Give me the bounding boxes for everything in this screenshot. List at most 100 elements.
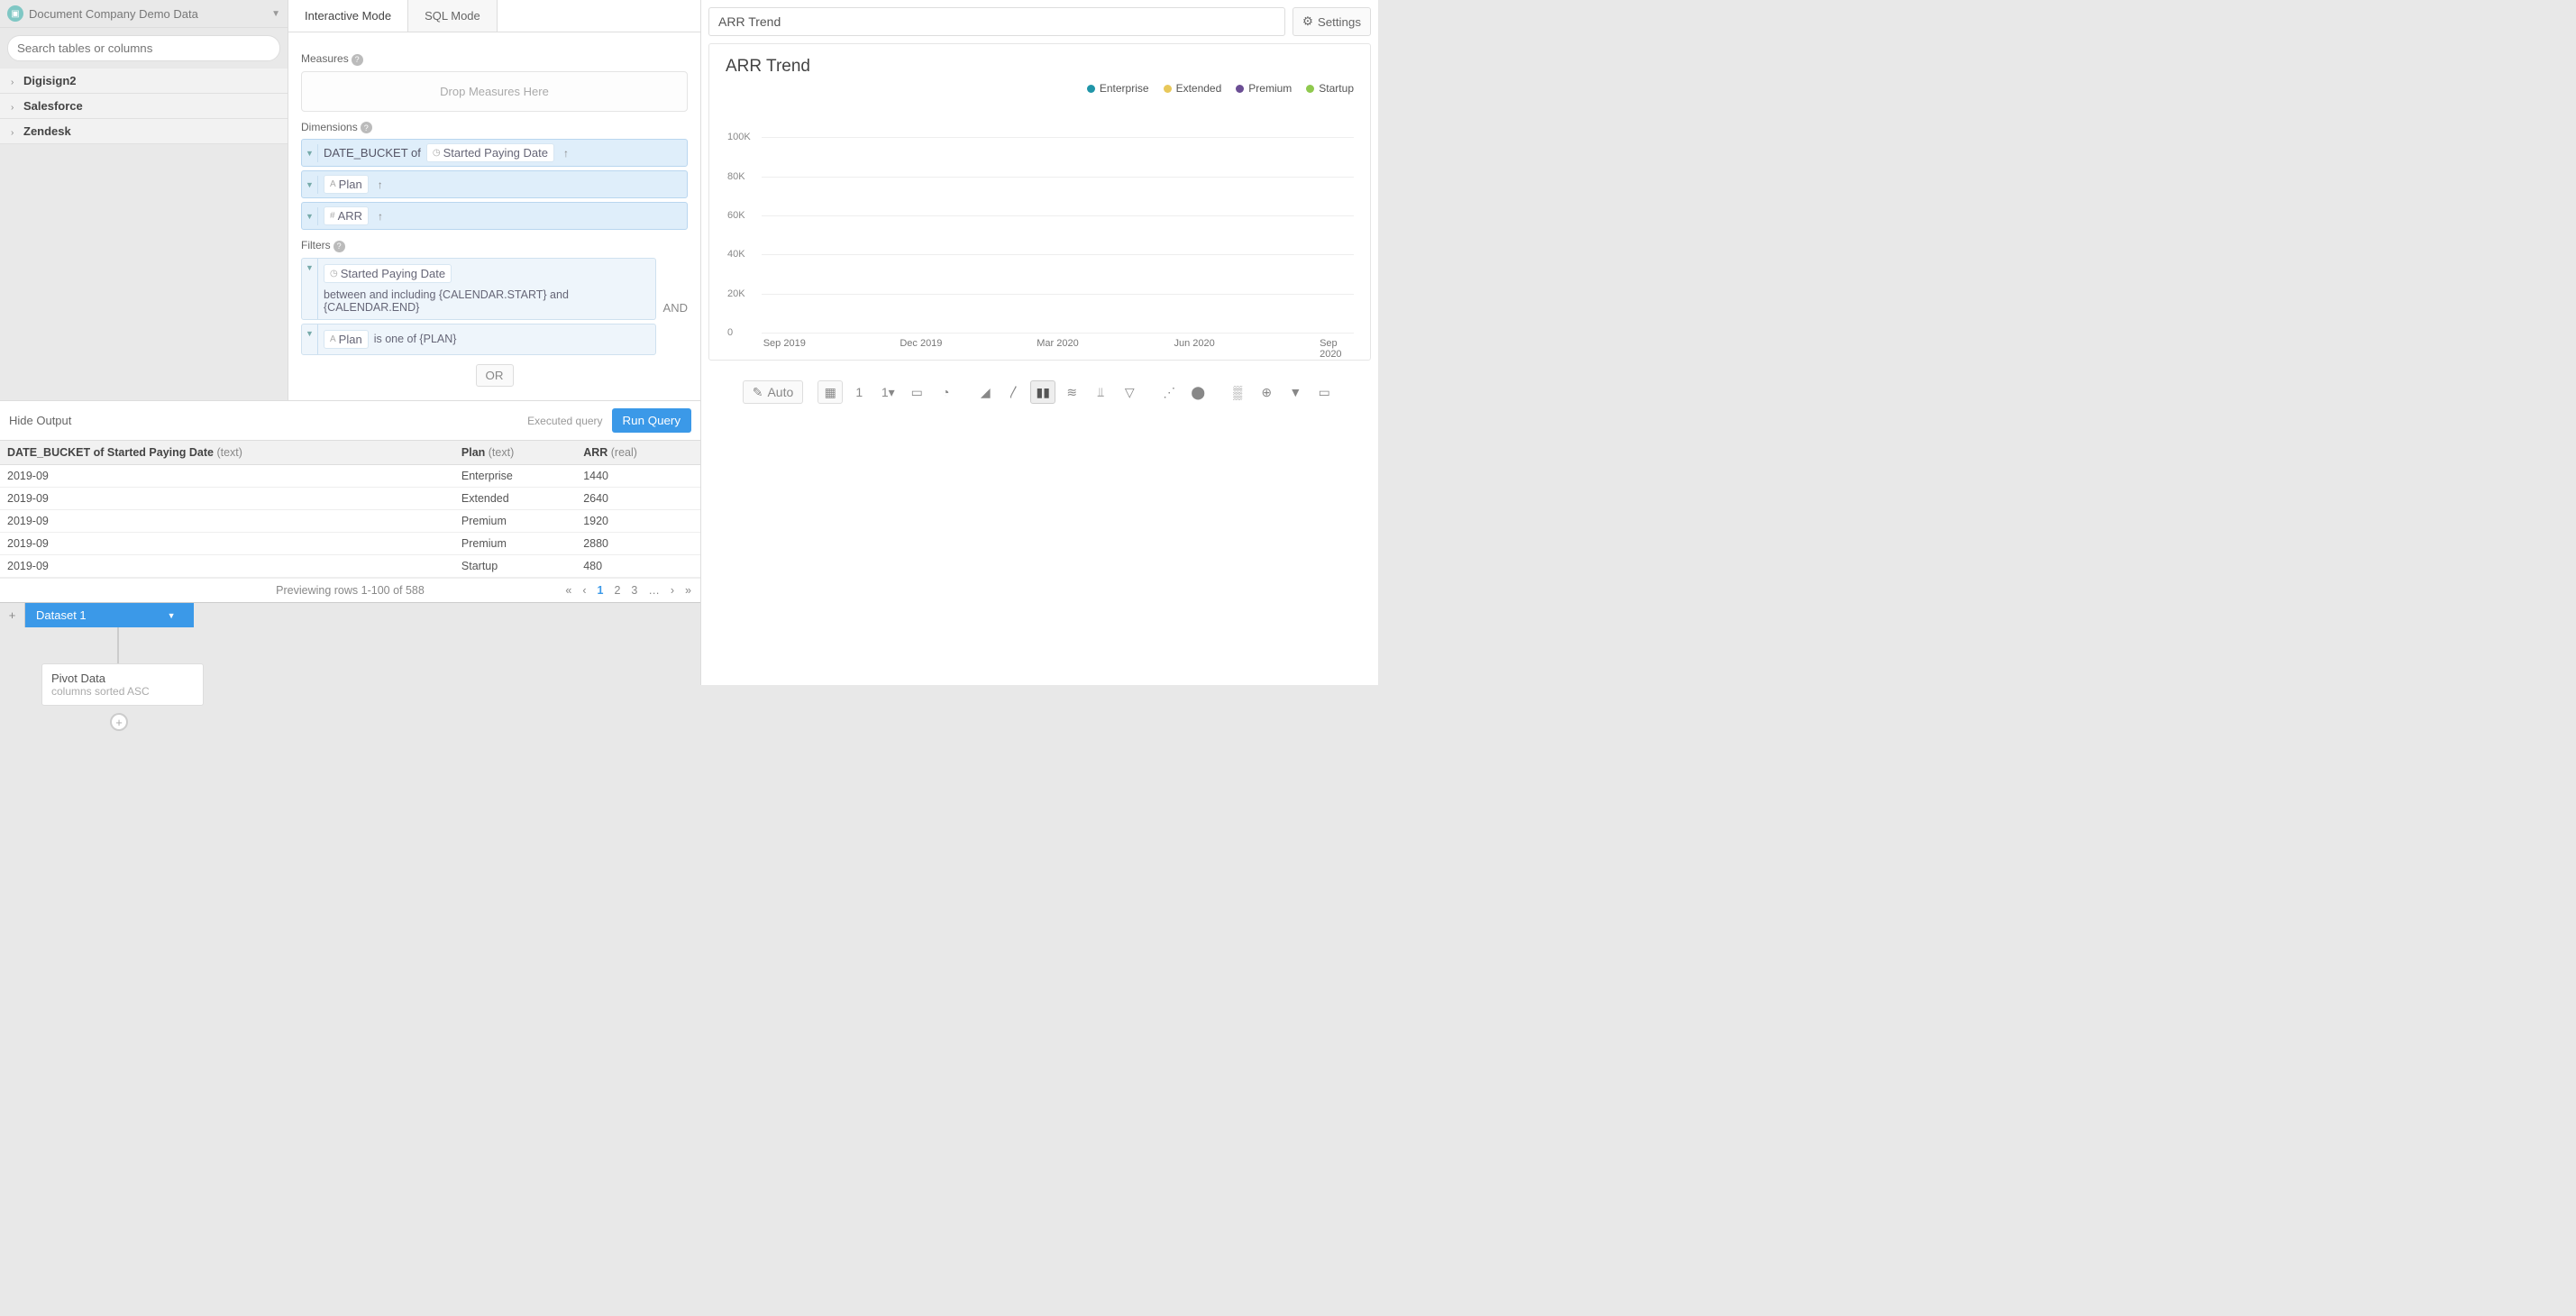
sort-asc-icon[interactable]: ↑ [563,147,569,160]
measures-dropzone[interactable]: Drop Measures Here [301,71,688,112]
table-row[interactable]: 2019-09Premium1920 [0,510,700,533]
area-chart-icon[interactable]: ◢ [973,380,998,404]
schema-search-input[interactable] [7,35,280,61]
page-last[interactable]: » [685,584,691,597]
filter-conjunction: AND [656,301,688,315]
pill-menu-icon[interactable]: ▼ [302,144,318,162]
help-icon[interactable]: ? [361,122,372,133]
table-chart-icon[interactable]: ▦ [818,380,843,404]
filter-viz-icon[interactable]: ▼ [1283,380,1308,404]
chart-x-axis: Sep 2019Dec 2019Mar 2020Jun 2020Sep 2020 [762,338,1354,352]
pipeline-node-title: Pivot Data [51,672,194,685]
chevron-right-icon: › [11,128,20,138]
auto-chart-button[interactable]: ✎Auto [743,380,804,404]
datasource-panel: ▣ Document Company Demo Data ▼ ›Digisign… [0,0,288,400]
chart-settings-button[interactable]: ⚙ Settings [1293,7,1371,36]
schema-table[interactable]: ›Zendesk [0,119,288,144]
legend-extended[interactable]: Extended [1164,82,1222,95]
query-status: Executed query [527,415,602,427]
kpi-icon[interactable]: 1▾ [875,380,900,404]
schema-table[interactable]: ›Salesforce [0,94,288,119]
pipeline-node-pivot[interactable]: Pivot Data columns sorted ASC [41,663,204,706]
dataset-tab-label: Dataset 1 [36,608,87,622]
hide-output-toggle[interactable]: Hide Output [9,414,71,427]
page-1[interactable]: 1 [598,584,604,597]
heatmap-icon[interactable]: ▒ [1225,380,1250,404]
filter-pill[interactable]: ▼APlan is one of {PLAN} [301,324,656,355]
pie-chart-icon[interactable]: ◔ [933,380,958,404]
settings-label: Settings [1318,15,1361,29]
wand-icon: ✎ [753,385,763,400]
dimension-pill[interactable]: ▼DATE_BUCKET of◷Started Paying Date↑ [301,139,688,167]
table-row[interactable]: 2019-09Premium2880 [0,533,700,555]
combo-chart-icon[interactable]: ⫫ [1088,380,1113,404]
gauge-icon[interactable]: ▭ [904,380,929,404]
pill-menu-icon[interactable]: ▼ [302,176,318,194]
run-query-button[interactable]: Run Query [612,408,691,433]
legend-enterprise[interactable]: Enterprise [1087,82,1149,95]
bubble-chart-icon[interactable]: ⬤ [1185,380,1210,404]
preview-count: Previewing rows 1-100 of 588 [276,584,425,597]
gear-icon: ⚙ [1302,14,1313,29]
column-header[interactable]: Plan (text) [454,441,576,465]
y-tick-label: 0 [727,327,733,338]
funnel-icon[interactable]: ▽ [1117,380,1142,404]
datasource-selector[interactable]: ▣ Document Company Demo Data ▼ [0,0,288,28]
chart-card: ARR Trend Enterprise Extended Premium St… [708,43,1371,361]
add-or-filter-button[interactable]: OR [476,364,514,387]
chart-title: ARR Trend [726,57,1354,77]
scatter-chart-icon[interactable]: ⋰ [1156,380,1182,404]
table-row[interactable]: 2019-09Extended2640 [0,488,700,510]
help-icon[interactable]: ? [333,241,345,252]
pipeline-node-subtitle: columns sorted ASC [51,685,194,698]
x-tick-label: Sep 2020 [1320,338,1342,360]
sort-asc-icon[interactable]: ↑ [378,178,383,191]
x-tick-label: Mar 2020 [1037,338,1078,349]
chart-plot-area[interactable]: 020K40K60K80K100K [762,98,1354,333]
page-next[interactable]: › [671,584,674,597]
dimension-pill[interactable]: ▼#ARR↑ [301,202,688,230]
image-viz-icon[interactable]: ▭ [1311,380,1337,404]
tab-sql-mode[interactable]: SQL Mode [408,0,498,32]
y-tick-label: 20K [727,288,745,299]
column-header[interactable]: ARR (real) [576,441,700,465]
map-chart-icon[interactable]: ⊕ [1254,380,1279,404]
table-row[interactable]: 2019-09Enterprise1440 [0,465,700,488]
query-builder: Interactive Mode SQL Mode Measures? Drop… [288,0,700,400]
stacked-area-icon[interactable]: ≋ [1059,380,1084,404]
x-tick-label: Sep 2019 [763,338,806,349]
pill-menu-icon[interactable]: ▼ [302,207,318,225]
table-row[interactable]: 2019-09Startup480 [0,555,700,578]
add-dataset-button[interactable]: + [0,603,25,627]
dimension-pill[interactable]: ▼APlan↑ [301,170,688,198]
measures-label: Measures [301,52,349,65]
chart-type-toolbar: ✎Auto ▦ 1 1▾ ▭ ◔ ◢ 〳 ▮▮ ≋ ⫫ ▽ ⋰ ⬤ ▒ ⊕ ▼ … [708,380,1371,404]
chevron-right-icon: › [11,78,20,87]
filter-pill[interactable]: ▼◷Started Paying Date between and includ… [301,258,656,320]
schema-table[interactable]: ›Digisign2 [0,69,288,94]
pill-menu-icon[interactable]: ▼ [302,324,318,354]
chart-legend: Enterprise Extended Premium Startup [726,82,1354,95]
line-chart-icon[interactable]: 〳 [1001,380,1027,404]
page-2[interactable]: 2 [614,584,620,597]
dataset-tab[interactable]: Dataset 1 ▼ [25,603,194,627]
results-table: DATE_BUCKET of Started Paying Date (text… [0,441,700,578]
x-tick-label: Dec 2019 [900,338,942,349]
help-icon[interactable]: ? [352,54,363,66]
single-value-icon[interactable]: 1 [846,380,872,404]
tab-interactive-mode[interactable]: Interactive Mode [288,0,408,32]
page-first[interactable]: « [565,584,571,597]
chart-title-input[interactable] [708,7,1285,36]
legend-premium[interactable]: Premium [1236,82,1292,95]
y-tick-label: 40K [727,249,745,260]
pill-menu-icon[interactable]: ▼ [302,259,318,319]
page-prev[interactable]: ‹ [582,584,586,597]
pipeline-canvas[interactable]: Pivot Data columns sorted ASC + [0,627,700,727]
bar-chart-icon[interactable]: ▮▮ [1030,380,1055,404]
legend-startup[interactable]: Startup [1306,82,1354,95]
page-3[interactable]: 3 [631,584,637,597]
add-pipeline-node-button[interactable]: + [110,713,128,731]
column-header[interactable]: DATE_BUCKET of Started Paying Date (text… [0,441,454,465]
chevron-down-icon[interactable]: ▼ [168,611,176,620]
sort-asc-icon[interactable]: ↑ [378,210,383,223]
